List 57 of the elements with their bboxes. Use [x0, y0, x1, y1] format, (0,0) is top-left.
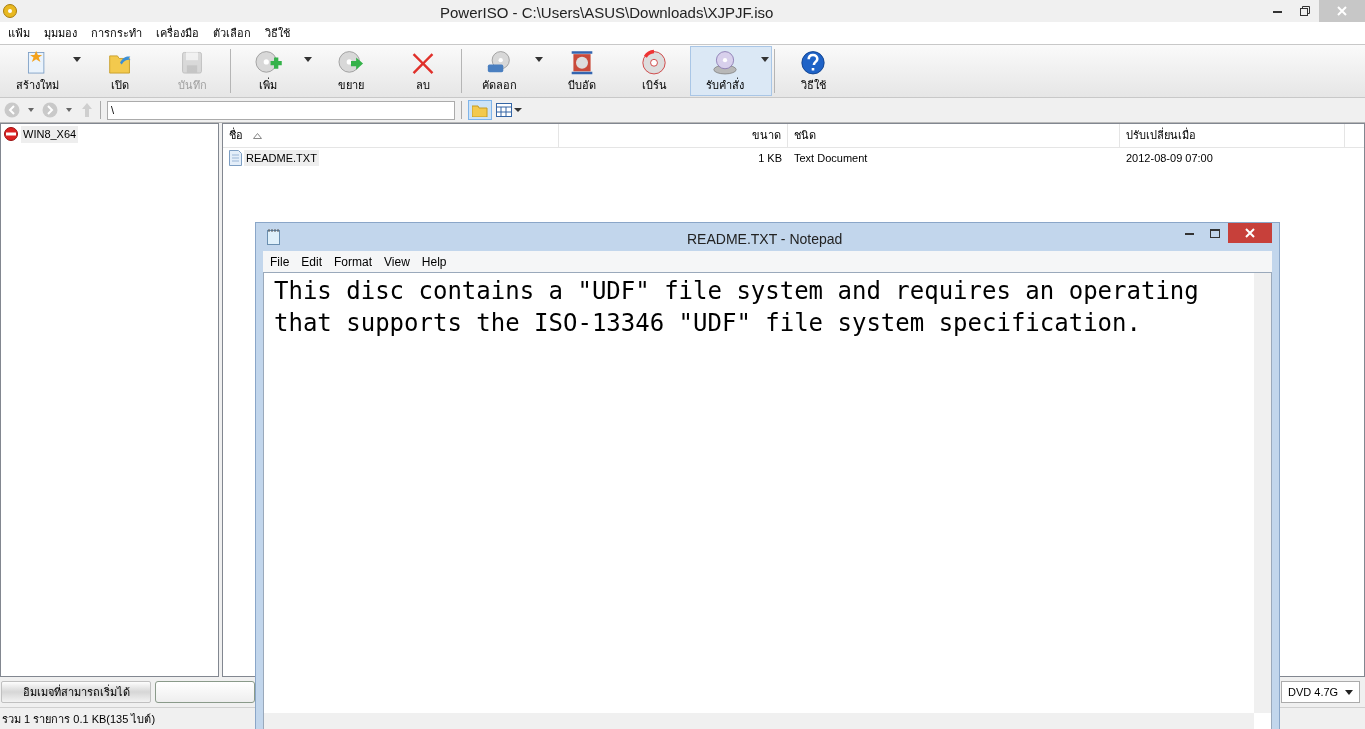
add-button[interactable]: เพิ่ม — [233, 46, 315, 96]
grid-icon — [496, 103, 512, 117]
column-header[interactable]: ขนาด — [752, 127, 781, 144]
column-header[interactable]: ปรับเปลี่ยนเมื่อ — [1126, 127, 1196, 144]
window-title: PowerISO - C:\Users\ASUS\Downloads\XJPJF.iso — [440, 3, 774, 23]
menu-item[interactable]: View — [384, 252, 410, 271]
maximize-icon — [1210, 228, 1220, 238]
disc-icon — [4, 127, 18, 142]
extract-button[interactable]: ขยาย — [315, 46, 387, 96]
menu-item[interactable]: Format — [334, 252, 373, 271]
text-line: This disc contains a "UDF" file system and requires an operating — [274, 276, 1200, 307]
media-size-dropdown[interactable]: DVD 4.7G — [1281, 681, 1360, 703]
disc-drive-icon — [710, 49, 740, 77]
burn-button[interactable]: เบิร์น — [618, 46, 690, 96]
menu-item[interactable]: File — [270, 252, 290, 271]
column-header[interactable]: ชนิด — [794, 127, 816, 144]
notepad-icon — [267, 229, 280, 245]
caret-icon — [514, 107, 522, 113]
compress-button[interactable]: บีบอัด — [546, 46, 618, 96]
new-button[interactable]: สร้างใหม่ — [2, 46, 84, 96]
copy-button[interactable]: คัดลอก — [464, 46, 546, 96]
image-type-label: อิมเมจที่สามารถเริ่มได้ — [1, 681, 151, 703]
tree-item[interactable]: WIN8_X64 — [21, 126, 79, 143]
restore-icon — [1300, 6, 1310, 16]
menu-item[interactable]: ตัวเลือก — [213, 24, 251, 42]
sort-arrow-icon — [253, 132, 262, 139]
menu-item[interactable]: การกระทำ — [91, 24, 142, 42]
menu-item[interactable]: Help — [421, 252, 447, 271]
folder-icon — [472, 103, 488, 117]
column-header[interactable]: ชื่อ — [229, 127, 243, 144]
close-button[interactable] — [1228, 223, 1272, 243]
table-cell-text: 2012-08-09 07:00 — [1126, 150, 1213, 166]
help-icon — [798, 49, 828, 77]
minimize-icon — [1184, 231, 1194, 235]
menu-item[interactable]: มุมมอง — [44, 24, 77, 42]
menu-item[interactable]: แฟ้ม — [8, 24, 30, 42]
table-cell-text: 1 KB — [758, 150, 782, 166]
close-icon — [1245, 228, 1255, 238]
text-line: that supports the ISO-13346 "UDF" file system specification. — [274, 308, 1142, 339]
text-file-icon — [229, 150, 242, 166]
close-icon — [1337, 6, 1347, 16]
file-name[interactable]: README.TXT — [244, 149, 319, 167]
open-button[interactable]: เปิด — [84, 46, 156, 96]
minimize-icon — [1272, 9, 1282, 13]
view-mode-button[interactable] — [496, 103, 522, 117]
disc-app-icon — [3, 4, 17, 18]
address-field[interactable]: \ — [107, 100, 455, 120]
delete-button[interactable]: ลบ — [387, 46, 459, 96]
help-button[interactable]: วิธีใช้ — [777, 46, 849, 96]
table-cell-text: Text Document — [794, 150, 868, 166]
menu-item[interactable]: เครื่องมือ — [156, 24, 199, 42]
caret-icon — [1345, 689, 1353, 695]
burning-disc-icon — [639, 49, 669, 77]
menu-item[interactable]: วิธีใช้ — [265, 24, 290, 42]
menu-item[interactable]: Edit — [301, 252, 323, 271]
mount-button[interactable]: รับคำสั่ง — [690, 46, 772, 96]
notepad-title: README.TXT - Notepad — [687, 230, 843, 249]
